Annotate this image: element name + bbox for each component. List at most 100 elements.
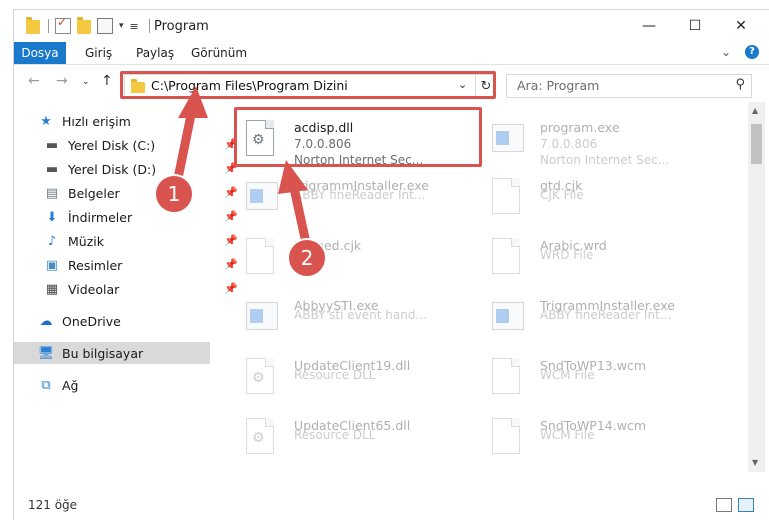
file-item-fefined[interactable]: Fefined.cjk — [236, 230, 466, 286]
sidebar-item-disk-c[interactable]: ▬ Yerel Disk (C:) 📌 — [14, 134, 240, 156]
sidebar-item-label: OneDrive — [62, 313, 121, 329]
expand-ribbon-icon[interactable]: ⌄ — [721, 45, 731, 59]
scroll-up-icon[interactable]: ▲ — [752, 106, 758, 115]
tab-view[interactable]: Görünüm — [191, 46, 247, 60]
star-icon: ★ — [40, 113, 52, 129]
exe-icon — [492, 298, 524, 336]
documents-icon: ▤ — [45, 185, 59, 201]
status-bar: 121 öğe — [14, 493, 769, 517]
vertical-scrollbar[interactable]: ▲ ▼ — [748, 102, 765, 472]
view-options-icon[interactable] — [97, 18, 113, 34]
videos-icon: ▦ — [45, 281, 59, 297]
new-folder-icon[interactable] — [77, 17, 91, 34]
file-name: program.exe — [540, 120, 620, 135]
search-box[interactable]: Ara: Program ⚲ — [506, 74, 752, 98]
file-type: CJK File — [540, 188, 584, 202]
close-button[interactable]: ✕ — [718, 10, 764, 42]
maximize-button[interactable]: ☐ — [672, 10, 718, 42]
pictures-icon: ▣ — [45, 257, 59, 273]
tab-share[interactable]: Paylaş — [136, 46, 174, 60]
file-item-program-exe[interactable]: program.exe 7.0.0.806 Norton Internet Se… — [482, 112, 712, 168]
file-icon — [246, 238, 278, 276]
file-name: Fefined.cjk — [294, 238, 362, 253]
item-count: 121 öğe — [28, 498, 78, 512]
file-icon — [492, 358, 524, 396]
tiles-view-icon[interactable] — [738, 498, 754, 512]
sidebar-item-label: Müzik — [68, 233, 104, 249]
file-item-gtd[interactable]: gtd.cjk CJK File — [482, 170, 712, 226]
tab-home[interactable]: Giriş — [85, 46, 112, 60]
highlight-file — [234, 107, 482, 167]
sidebar-item-disk-d[interactable]: ▬ Yerel Disk (D:) 📌 — [14, 158, 240, 180]
downloads-icon: ⬇ — [46, 209, 58, 225]
dll-icon: ⚙ — [246, 358, 278, 396]
file-item-sndtowp13[interactable]: SndToWP13.wcm WCM File — [482, 350, 712, 406]
help-icon[interactable]: ? — [745, 45, 759, 59]
customize-toolbar-icon[interactable]: ≡ — [130, 20, 139, 33]
divider — [48, 19, 49, 33]
tab-file[interactable]: Dosya — [14, 42, 66, 64]
sidebar-item-documents[interactable]: ▤ Belgeler 📌 — [14, 182, 240, 204]
file-list: ⚙ acdisp.dll 7.0.0.806 Norton Internet S… — [224, 102, 744, 492]
forward-arrow-icon[interactable]: → — [56, 73, 68, 89]
search-input[interactable]: Ara: Program — [517, 78, 599, 93]
sidebar-item-pictures[interactable]: ▣ Resimler 📌 — [14, 254, 240, 276]
ribbon-tabs: Dosya Giriş Paylaş Görünüm ⌄ ? — [14, 42, 769, 65]
file-item-updateclient65[interactable]: ⚙ UpdateClient65.dll Resource DLL — [236, 410, 466, 466]
sidebar-item-quick-access[interactable]: ★ Hızlı erişim — [14, 110, 234, 132]
up-arrow-icon[interactable]: ↑ — [101, 73, 113, 89]
sidebar-item-onedrive[interactable]: ☁ OneDrive — [14, 310, 234, 332]
sidebar-item-this-pc[interactable]: 🖥 Bu bilgisayar — [14, 342, 210, 364]
file-item-trigramm-2[interactable]: TrigrammInstaller.exe ABBY fineReader In… — [482, 290, 712, 346]
file-type: WCM File — [540, 368, 595, 382]
title-bar: ▾ ≡ Program — ☐ ✕ — [14, 10, 769, 42]
file-type: Resource DLL — [294, 428, 376, 442]
file-type: Resource DLL — [294, 368, 376, 382]
music-icon: ♪ — [47, 233, 57, 249]
scroll-thumb[interactable] — [751, 124, 762, 164]
file-description: ABBY fineReader Int... — [294, 188, 426, 202]
sidebar-item-downloads[interactable]: ⬇ İndirmeler 📌 — [14, 206, 240, 228]
file-item-arabic[interactable]: Arabic.wrd WRD File — [482, 230, 712, 286]
file-type: WCM File — [540, 428, 595, 442]
file-item-updateclient19[interactable]: ⚙ UpdateClient19.dll Resource DLL — [236, 350, 466, 406]
recent-locations-icon[interactable]: ⌄ — [82, 77, 90, 87]
file-item-trigramm-1[interactable]: TrigrammInstaller.exe ABBY fineReader In… — [236, 170, 466, 226]
exe-icon — [246, 178, 278, 216]
divider — [148, 19, 150, 33]
file-type: WRD File — [540, 248, 594, 262]
properties-check-icon[interactable] — [55, 15, 71, 34]
file-icon — [492, 238, 524, 276]
file-description: ABBY sti event hand... — [294, 308, 427, 322]
file-version: 7.0.0.806 — [540, 137, 598, 151]
drive-icon: ▬ — [45, 137, 59, 153]
minimize-button[interactable]: — — [626, 10, 672, 42]
file-item-abbyysti[interactable]: AbbyySTI.exe ABBY sti event hand... — [236, 290, 466, 346]
sidebar-item-label: Yerel Disk (C:) — [68, 137, 156, 153]
file-description: ABBY fineReader Int... — [540, 308, 672, 322]
sidebar-item-label: Videolar — [68, 281, 120, 297]
sidebar-item-label: Yerel Disk (D:) — [68, 161, 157, 177]
back-arrow-icon[interactable]: ← — [28, 73, 40, 89]
details-view-icon[interactable] — [716, 498, 732, 512]
quick-access-toolbar: ▾ ≡ — [26, 15, 156, 34]
chevron-down-icon[interactable]: ▾ — [119, 21, 124, 31]
sidebar-item-network[interactable]: ⧉ Ağ — [14, 374, 234, 396]
scroll-down-icon[interactable]: ▼ — [752, 458, 758, 467]
drive-icon: ▬ — [45, 161, 59, 177]
sidebar-item-label: İndirmeler — [68, 209, 133, 225]
sidebar-item-label: Belgeler — [68, 185, 120, 201]
sidebar-item-label: Bu bilgisayar — [62, 345, 144, 361]
navigation-pane: ★ Hızlı erişim ▬ Yerel Disk (C:) 📌 ▬ Yer… — [14, 102, 238, 492]
ribbon-right: ⌄ ? — [721, 45, 759, 59]
exe-icon — [492, 120, 524, 158]
search-icon[interactable]: ⚲ — [735, 77, 745, 92]
exe-icon — [246, 298, 278, 336]
sidebar-item-label: Ağ — [62, 377, 79, 393]
file-item-sndtowp14[interactable]: SndToWP14.wcm WCM File — [482, 410, 712, 466]
folder-icon[interactable] — [26, 17, 40, 34]
sidebar-item-music[interactable]: ♪ Müzik 📌 — [14, 230, 240, 252]
sidebar-item-videos[interactable]: ▦ Videolar 📌 — [14, 278, 240, 300]
dll-icon: ⚙ — [246, 418, 278, 456]
network-icon: ⧉ — [41, 377, 51, 393]
